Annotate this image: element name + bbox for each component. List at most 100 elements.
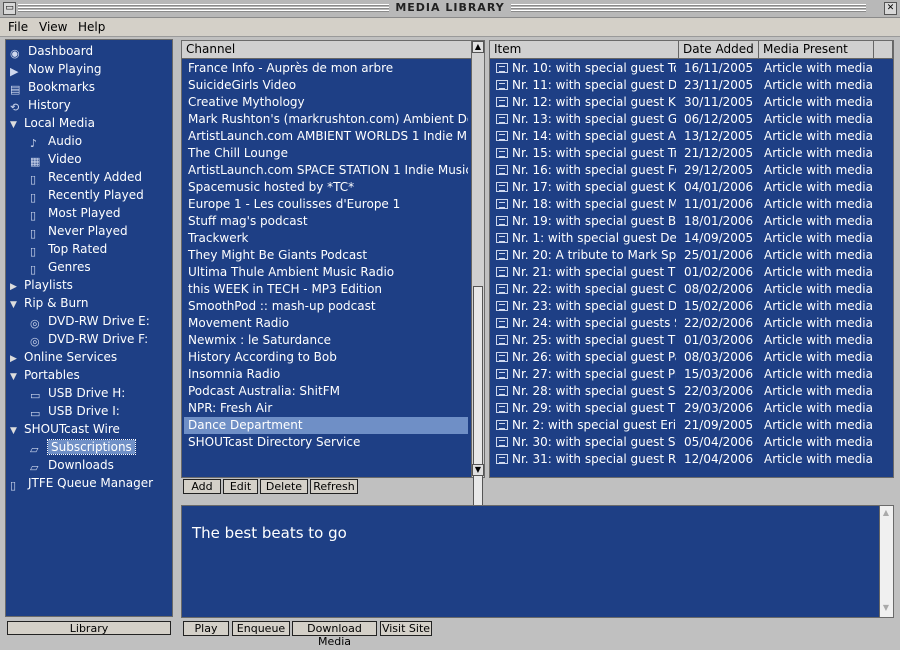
expanded-arrow-icon[interactable]: ▼ — [10, 116, 20, 134]
sidebar-item-never-played[interactable]: ▯ Never Played — [30, 222, 128, 240]
channel-row[interactable]: Dance Department — [184, 417, 468, 434]
channel-row[interactable]: Mark Rushton's (markrushton.com) Ambient… — [184, 111, 468, 128]
sidebar-item-playlists[interactable]: ▶ Playlists — [10, 276, 73, 294]
channel-row[interactable]: History According to Bob — [184, 349, 468, 366]
expanded-arrow-icon[interactable]: ▼ — [10, 296, 20, 314]
date-added-header[interactable]: Date Added — [679, 41, 759, 59]
menu-file[interactable]: File — [8, 20, 28, 34]
channel-row[interactable]: Spacemusic hosted by *TC* — [184, 179, 468, 196]
edit-channel-button[interactable]: Edit — [223, 479, 258, 494]
sidebar-item-genres[interactable]: ▯ Genres — [30, 258, 91, 276]
item-row[interactable]: Nr. 12: with special guest Ki... 30/11/20… — [490, 94, 890, 111]
sidebar-item-dashboard[interactable]: ◉ Dashboard — [10, 42, 93, 60]
item-row[interactable]: Nr. 10: with special guest To... 16/11/20… — [490, 60, 890, 77]
item-row[interactable]: Nr. 19: with special guest Bo... 18/01/20… — [490, 213, 890, 230]
channel-row[interactable]: ArtistLaunch.com SPACE STATION 1 Indie M… — [184, 162, 468, 179]
sidebar-item-most-played[interactable]: ▯ Most Played — [30, 204, 121, 222]
item-row[interactable]: Nr. 21: with special guest Tig... 01/02/2… — [490, 264, 890, 281]
close-icon[interactable]: ✕ — [884, 2, 897, 15]
channel-header[interactable]: Channel — [182, 41, 472, 59]
sidebar-item-usb-drive-i[interactable]: ▭ USB Drive I: — [30, 402, 120, 420]
channel-row[interactable]: SHOUTcast Directory Service — [184, 434, 468, 451]
title-bar[interactable]: MEDIA LIBRARY ▭ ✕ — [0, 0, 900, 18]
enqueue-button[interactable]: Enqueue — [232, 621, 290, 636]
visit-site-button[interactable]: Visit Site — [380, 621, 432, 636]
expanded-arrow-icon[interactable]: ▼ — [10, 422, 20, 440]
sidebar-item-top-rated[interactable]: ▯ Top Rated — [30, 240, 107, 258]
item-row[interactable]: Nr. 23: with special guest Da... 15/02/20… — [490, 298, 890, 315]
item-row[interactable]: Nr. 20: A tribute to Mark Spo... 25/01/20… — [490, 247, 890, 264]
channel-row[interactable]: Stuff mag's podcast — [184, 213, 468, 230]
description-scrollbar[interactable]: ▲ ▼ — [879, 506, 893, 617]
sidebar-item-shoutcast-wire[interactable]: ▼ SHOUTcast Wire — [10, 420, 120, 438]
sidebar-item-dvd-rw-drive-f[interactable]: ◎ DVD-RW Drive F: — [30, 330, 148, 348]
scroll-up-icon[interactable]: ▲ — [880, 508, 892, 520]
item-row[interactable]: Nr. 16: with special guest Fe... 29/12/20… — [490, 162, 890, 179]
scroll-down-icon[interactable]: ▼ — [880, 603, 892, 615]
channel-row[interactable]: this WEEK in TECH - MP3 Edition — [184, 281, 468, 298]
sidebar-item-audio[interactable]: ♪ Audio — [30, 132, 82, 150]
channel-row[interactable]: Newmix : le Saturdance — [184, 332, 468, 349]
sidebar-item-recently-played[interactable]: ▯ Recently Played — [30, 186, 144, 204]
channel-row[interactable]: Trackwerk — [184, 230, 468, 247]
item-row[interactable]: Nr. 13: with special guest Ga... 06/12/20… — [490, 111, 890, 128]
channel-row[interactable]: France Info - Auprès de mon arbre — [184, 60, 468, 77]
sidebar-item-recently-added[interactable]: ▯ Recently Added — [30, 168, 142, 186]
item-list[interactable]: Item Date Added Media Present Nr. 10: wi… — [489, 40, 894, 478]
delete-channel-button[interactable]: Delete — [260, 479, 308, 494]
library-tree[interactable]: ◉ Dashboard ▶ Now Playing ▤ Bookmarks ⟲ History… — [5, 39, 173, 617]
item-row[interactable]: Nr. 22: with special guest Ca... 08/02/20… — [490, 281, 890, 298]
sidebar-item-video[interactable]: ▦ Video — [30, 150, 82, 168]
item-row[interactable]: Nr. 11: with special guest DJ... 23/11/20… — [490, 77, 890, 94]
channel-list[interactable]: Channel ▲ ▼ France Info - Auprès de mon … — [181, 40, 485, 506]
channel-scrollbar[interactable]: ▲ ▼ — [471, 41, 484, 506]
refresh-channel-button[interactable]: Refresh — [310, 479, 358, 494]
item-row[interactable]: Nr. 29: with special guest Th... 29/03/20… — [490, 400, 890, 417]
system-menu-icon[interactable]: ▭ — [3, 2, 16, 15]
item-row[interactable]: Nr. 1: with special guest Dee... 14/09/20… — [490, 230, 890, 247]
channel-row[interactable]: Movement Radio — [184, 315, 468, 332]
item-header[interactable]: Item — [490, 41, 679, 59]
sidebar-item-now-playing[interactable]: ▶ Now Playing — [10, 60, 102, 78]
channel-row[interactable]: Europe 1 - Les coulisses d'Europe 1 — [184, 196, 468, 213]
item-row[interactable]: Nr. 28: with special guest Sa... 22/03/20… — [490, 383, 890, 400]
menu-view[interactable]: View — [39, 20, 67, 34]
download-media-button[interactable]: Download Media — [292, 621, 377, 648]
sidebar-item-downloads[interactable]: ▱ Downloads — [30, 456, 114, 474]
sidebar-item-history[interactable]: ⟲ History — [10, 96, 71, 114]
sidebar-item-portables[interactable]: ▼ Portables — [10, 366, 80, 384]
channel-row[interactable]: SmoothPod :: mash-up podcast — [184, 298, 468, 315]
library-button[interactable]: Library — [7, 621, 171, 635]
item-row[interactable]: Nr. 26: with special guest Pa... 08/03/20… — [490, 349, 890, 366]
channel-row[interactable]: ArtistLaunch.com AMBIENT WORLDS 1 Indie … — [184, 128, 468, 145]
channel-row[interactable]: SuicideGirls Video — [184, 77, 468, 94]
play-button[interactable]: Play — [183, 621, 229, 636]
item-row[interactable]: Nr. 14: with special guest Ar... 13/12/20… — [490, 128, 890, 145]
add-channel-button[interactable]: Add — [183, 479, 221, 494]
item-row[interactable]: Nr. 17: with special guest Kr... 04/01/20… — [490, 179, 890, 196]
item-row[interactable]: Nr. 27: with special guest Pri... 15/03/2… — [490, 366, 890, 383]
channel-row[interactable]: Insomnia Radio — [184, 366, 468, 383]
item-row[interactable]: Nr. 30: with special guest St... 05/04/20… — [490, 434, 890, 451]
item-row[interactable]: Nr. 15: with special guest Tr... 21/12/20… — [490, 145, 890, 162]
sidebar-item-jtfe-queue-manager[interactable]: ▯ JTFE Queue Manager — [10, 474, 153, 492]
channel-row[interactable]: Podcast Australia: ShitFM — [184, 383, 468, 400]
menu-help[interactable]: Help — [78, 20, 105, 34]
media-present-header[interactable]: Media Present — [759, 41, 874, 59]
sidebar-item-subscriptions[interactable]: ▱ Subscriptions — [30, 438, 136, 456]
sidebar-item-dvd-rw-drive-e[interactable]: ◎ DVD-RW Drive E: — [30, 312, 150, 330]
channel-row[interactable]: Creative Mythology — [184, 94, 468, 111]
scroll-down-icon[interactable]: ▼ — [472, 464, 484, 476]
channel-row[interactable]: The Chill Lounge — [184, 145, 468, 162]
expanded-arrow-icon[interactable]: ▼ — [10, 368, 20, 386]
description-pane[interactable]: The best beats to go ▲ ▼ — [181, 505, 894, 618]
channel-row[interactable]: Ultima Thule Ambient Music Radio — [184, 264, 468, 281]
item-row[interactable]: Nr. 2: with special guest Eric... 21/09/2… — [490, 417, 890, 434]
scroll-up-icon[interactable]: ▲ — [472, 41, 484, 53]
item-row[interactable]: Nr. 31: with special guest Ro... 12/04/20… — [490, 451, 890, 468]
sidebar-item-usb-drive-h[interactable]: ▭ USB Drive H: — [30, 384, 125, 402]
item-row[interactable]: Nr. 18: with special guest Ma... 11/01/20… — [490, 196, 890, 213]
channel-row[interactable]: They Might Be Giants Podcast — [184, 247, 468, 264]
item-row[interactable]: Nr. 25: with special guest Th... 01/03/20… — [490, 332, 890, 349]
channel-row[interactable]: NPR: Fresh Air — [184, 400, 468, 417]
